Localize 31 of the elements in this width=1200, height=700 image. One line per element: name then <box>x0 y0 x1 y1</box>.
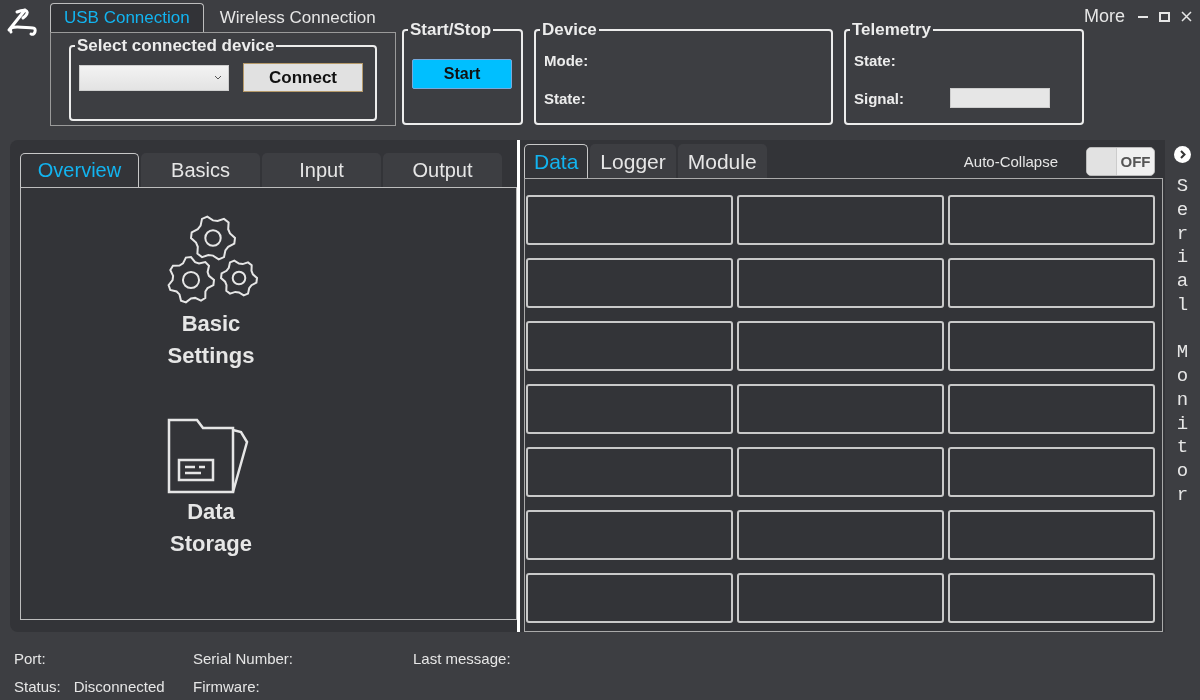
status-label: Last message: <box>413 649 511 667</box>
status-value: Disconnected <box>73 677 165 695</box>
field-label: State: <box>544 89 586 107</box>
status-label: Firmware: <box>193 677 260 695</box>
group-title: Select connected device <box>76 37 276 55</box>
overview-item-label[interactable]: Data Storage <box>151 496 271 560</box>
toggle-switch[interactable]: OFF <box>1086 146 1155 176</box>
data-tab[interactable]: Logger <box>590 144 676 178</box>
start-button[interactable]: Start <box>412 59 512 89</box>
data-tab[interactable]: Data <box>524 144 589 178</box>
status-label: Status: <box>14 677 61 695</box>
settings-tab[interactable]: Output <box>383 153 502 187</box>
connection-tab[interactable]: Wireless Connection <box>205 3 390 32</box>
status-label: Serial Number: <box>193 649 294 667</box>
settings-tab[interactable]: Input <box>262 153 381 187</box>
data-tab[interactable]: Module <box>677 144 767 178</box>
field-label: Mode: <box>544 51 589 69</box>
group-title: Telemetry <box>851 21 933 39</box>
serial-monitor-label[interactable]: Serial Monitor <box>1173 175 1192 508</box>
overview-item-label[interactable]: Basic Settings <box>151 308 271 372</box>
connect-button[interactable]: Connect <box>243 63 363 92</box>
status-label: Port: <box>14 649 46 667</box>
field-label: Signal: <box>854 89 904 107</box>
more-menu[interactable]: More <box>1084 6 1125 27</box>
auto-collapse-label: Auto-Collapse <box>963 152 1058 170</box>
group-title: Start/Stop <box>409 21 493 39</box>
settings-tab[interactable]: Basics <box>141 153 260 187</box>
field-label: State: <box>854 51 896 69</box>
settings-tab[interactable]: Overview <box>20 153 139 187</box>
group-title: Device <box>541 21 598 39</box>
connection-tab[interactable]: USB Connection <box>50 3 204 32</box>
